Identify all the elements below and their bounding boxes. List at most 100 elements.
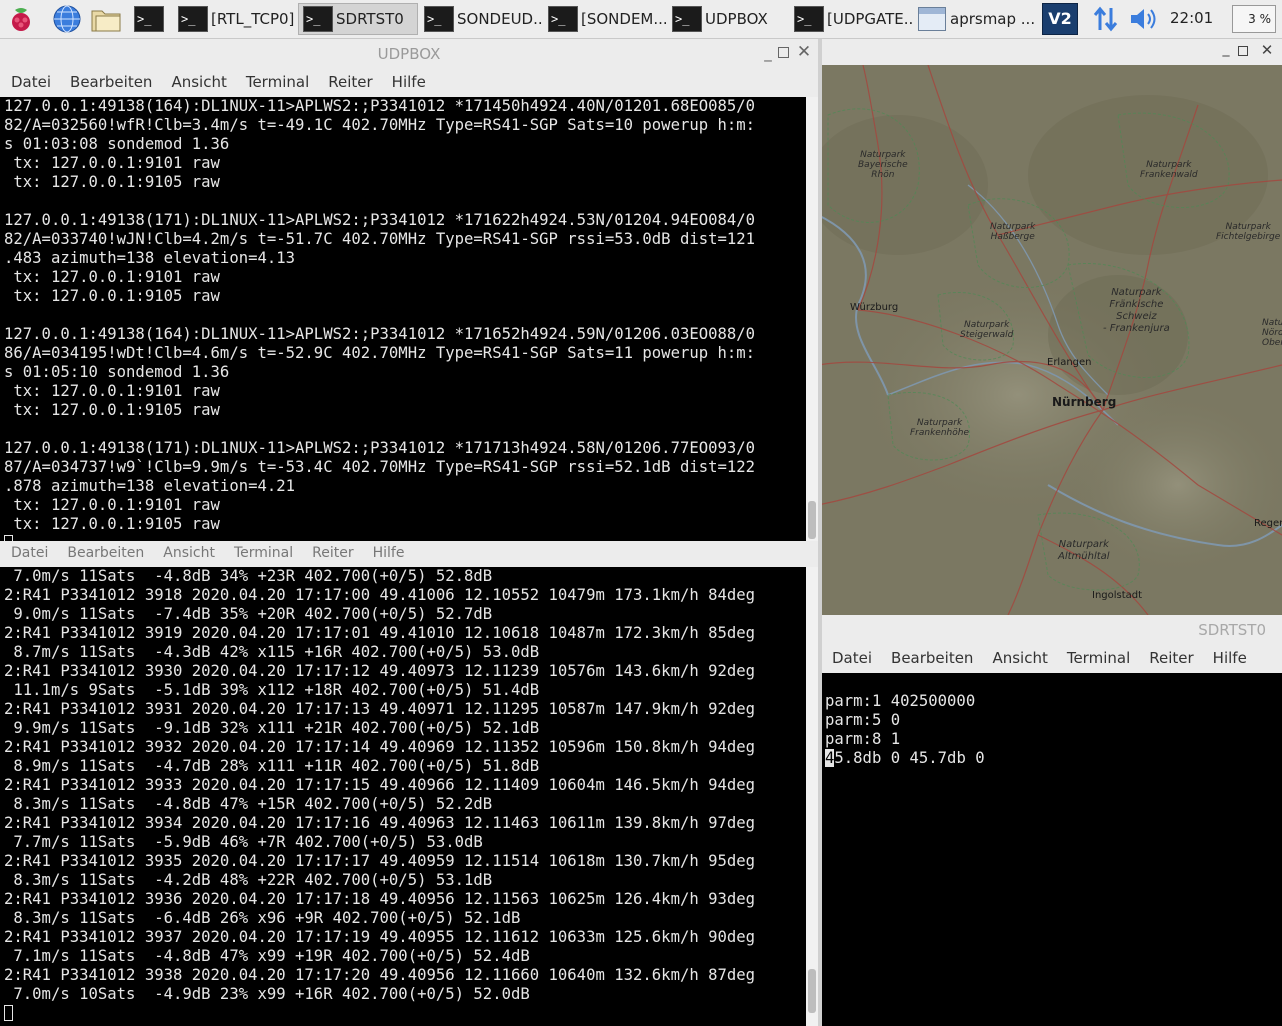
taskbar-task-sondemod[interactable]: >_ [SONDEM... — [544, 3, 666, 35]
close-button[interactable]: ✕ — [1258, 41, 1276, 61]
maximize-button[interactable] — [778, 47, 789, 58]
terminal-line: 87/A=034737!w9`!Clb=9.9m/s t=-53.4C 402.… — [4, 458, 756, 476]
menu-hilfe[interactable]: Hilfe — [1213, 649, 1247, 667]
terminal-line: 127.0.0.1:49138(164):DL1NUX-11>APLWS2:;P… — [4, 97, 756, 115]
taskbar-task-label: [UDPGATE... — [827, 10, 912, 28]
minimize-button[interactable]: _ — [1218, 39, 1234, 63]
clock[interactable]: 22:01 — [1170, 9, 1213, 27]
map-terrain — [818, 65, 1282, 615]
menu-ansicht[interactable]: Ansicht — [992, 649, 1047, 667]
menu-hilfe[interactable]: Hilfe — [373, 545, 405, 561]
taskbar-task-sondeud[interactable]: >_ SONDEUD... — [420, 3, 542, 35]
taskbar-task-label: [SONDEM... — [581, 10, 666, 28]
terminal-line: 8.3m/s 11Sats -4.2dB 48% +22R 402.700(+0… — [4, 871, 493, 889]
menu-datei[interactable]: Datei — [11, 73, 51, 91]
menu-reiter[interactable]: Reiter — [312, 545, 353, 561]
terminal-icon: >_ — [303, 6, 333, 32]
minimize-button[interactable]: _ — [760, 39, 776, 69]
terminal-line: tx: 127.0.0.1:9101 raw — [4, 382, 220, 400]
terminal-line: tx: 127.0.0.1:9105 raw — [4, 173, 220, 191]
map-label-fraenkische-schweiz: Naturpark Fränkische Schweiz - Frankenju… — [1103, 287, 1170, 334]
menu-bearbeiten[interactable]: Bearbeiten — [67, 545, 144, 561]
terminal-line: 2:R41 P3341012 3935 2020.04.20 17:17:17 … — [4, 852, 756, 870]
terminal-line: 127.0.0.1:49138(164):DL1NUX-11>APLWS2:;P… — [4, 325, 756, 343]
menu-reiter[interactable]: Reiter — [1149, 649, 1193, 667]
terminal-line: parm:5 0 — [825, 711, 901, 729]
udpbox-terminal-output[interactable]: 127.0.0.1:49138(164):DL1NUX-11>APLWS2:;P… — [0, 97, 806, 555]
map-label-wuerzburg: Würzburg — [850, 302, 899, 313]
map-label-rhoen: Naturpark Bayerische Rhön — [858, 150, 908, 180]
terminal-icon: >_ — [548, 6, 578, 32]
taskbar-task-terminal[interactable]: >_ — [130, 3, 172, 35]
map-label-altmuehltal: Naturpark Altmühltal — [1058, 539, 1110, 562]
sdrtst0-terminal-output[interactable]: parm:1 402500000 parm:5 0 parm:8 1 45.8db 0… — [822, 673, 1282, 1026]
map-label-frankenwald: Naturpark Frankenwald — [1140, 160, 1198, 180]
map-label-fichtelgebirge: Naturpark Fichtelgebirge — [1216, 222, 1281, 242]
menu-terminal[interactable]: Terminal — [1067, 649, 1130, 667]
file-manager-icon[interactable] — [90, 4, 121, 34]
terminal-line: 2:R41 P3341012 3930 2020.04.20 17:17:12 … — [4, 662, 756, 680]
terminal-line: 8.3m/s 11Sats -6.4dB 26% x96 +9R 402.700… — [4, 909, 521, 927]
taskbar: >_ >_ [RTL_TCP0] >_ SDRTST0 >_ SONDEUD..… — [0, 0, 1282, 39]
taskbar-task-rtl-tcp0[interactable]: >_ [RTL_TCP0] — [174, 3, 296, 35]
menu-terminal[interactable]: Terminal — [234, 545, 293, 561]
maximize-button[interactable] — [1238, 46, 1248, 56]
sondeud-scrollbar[interactable] — [806, 567, 818, 1026]
terminal-line: .483 azimuth=138 elevation=4.13 — [4, 249, 296, 267]
sdrtst0-window: SDRTST0 Datei Bearbeiten Ansicht Termina… — [818, 615, 1282, 1026]
terminal-line: 2:R41 P3341012 3936 2020.04.20 17:17:18 … — [4, 890, 756, 908]
menu-ansicht[interactable]: Ansicht — [171, 73, 226, 91]
scrollbar-thumb[interactable] — [808, 501, 816, 539]
terminal-line: 2:R41 P3341012 3932 2020.04.20 17:17:14 … — [4, 738, 756, 756]
network-icon[interactable] — [1092, 4, 1122, 34]
map-label-nuernberg: Nürnberg — [1052, 395, 1117, 409]
terminal-icon: >_ — [672, 6, 702, 32]
terminal-line: 2:R41 P3341012 3937 2020.04.20 17:17:19 … — [4, 928, 756, 946]
terminal-line: 7.1m/s 11Sats -4.8dB 47% x99 +19R 402.70… — [4, 947, 530, 965]
taskbar-task-aprsmap[interactable]: aprsmap ... — [914, 3, 1034, 35]
raspberry-menu-icon[interactable] — [6, 4, 36, 34]
window-title: UDPBOX — [377, 45, 441, 63]
terminal-line: 86/A=034195!wDt!Clb=4.6m/s t=-52.9C 402.… — [4, 344, 756, 362]
terminal-icon: >_ — [424, 6, 454, 32]
terminal-line: parm:8 1 — [825, 730, 901, 748]
map-label-regensburg: Regensb — [1254, 518, 1282, 529]
udpbox-window: UDPBOX _ ✕ Datei Bearbeiten Ansicht Term… — [0, 39, 818, 555]
menu-reiter[interactable]: Reiter — [328, 73, 372, 91]
taskbar-task-sdrtst0[interactable]: >_ SDRTST0 — [298, 3, 418, 35]
menu-ansicht[interactable]: Ansicht — [163, 545, 215, 561]
menu-bearbeiten[interactable]: Bearbeiten — [891, 649, 973, 667]
terminal-line: 11.1m/s 9Sats -5.1dB 39% x112 +18R 402.7… — [4, 681, 540, 699]
terminal-line: 2:R41 P3341012 3938 2020.04.20 17:17:20 … — [4, 966, 756, 984]
volume-icon[interactable] — [1128, 4, 1158, 34]
sondeud-window: Datei Bearbeiten Ansicht Terminal Reiter… — [0, 541, 818, 1026]
map-label-steigerwald: Naturpark Steigerwald — [960, 320, 1014, 340]
vnc-icon[interactable]: V2 — [1042, 3, 1078, 35]
map-label-noerdl-oberpfalz: Natur Nördl Oberp — [1262, 318, 1282, 348]
menu-hilfe[interactable]: Hilfe — [392, 73, 426, 91]
terminal-line: 2:R41 P3341012 3933 2020.04.20 17:17:15 … — [4, 776, 756, 794]
sondeud-terminal-output[interactable]: 7.0m/s 11Sats -4.8dB 34% +23R 402.700(+0… — [0, 567, 806, 1026]
terminal-line: tx: 127.0.0.1:9105 raw — [4, 515, 220, 533]
web-browser-icon[interactable] — [52, 4, 82, 34]
taskbar-task-label: SDRTST0 — [336, 10, 404, 28]
terminal-line: s 01:03:08 sondemod 1.36 — [4, 135, 230, 153]
close-button[interactable]: ✕ — [795, 42, 813, 64]
menu-datei[interactable]: Datei — [832, 649, 872, 667]
terminal-line: parm:1 402500000 — [825, 692, 976, 710]
udpbox-scrollbar[interactable] — [806, 97, 818, 555]
menu-terminal[interactable]: Terminal — [246, 73, 309, 91]
taskbar-task-udpbox[interactable]: >_ UDPBOX — [668, 3, 788, 35]
terminal-icon: >_ — [178, 6, 208, 32]
taskbar-task-udpgate[interactable]: >_ [UDPGATE... — [790, 3, 912, 35]
terminal-line: 127.0.0.1:49138(171):DL1NUX-11>APLWS2:;P… — [4, 211, 756, 229]
terminal-cursor — [4, 1004, 806, 1023]
map-label-ingolstadt: Ingolstadt — [1092, 590, 1143, 601]
aprs-map[interactable]: Naturpark Bayerische Rhön Naturpark Fran… — [818, 65, 1282, 615]
scrollbar-thumb[interactable] — [808, 969, 816, 1013]
menu-datei[interactable]: Datei — [11, 545, 48, 561]
cpu-monitor[interactable]: 3 % — [1232, 5, 1276, 33]
menu-bearbeiten[interactable]: Bearbeiten — [70, 73, 152, 91]
